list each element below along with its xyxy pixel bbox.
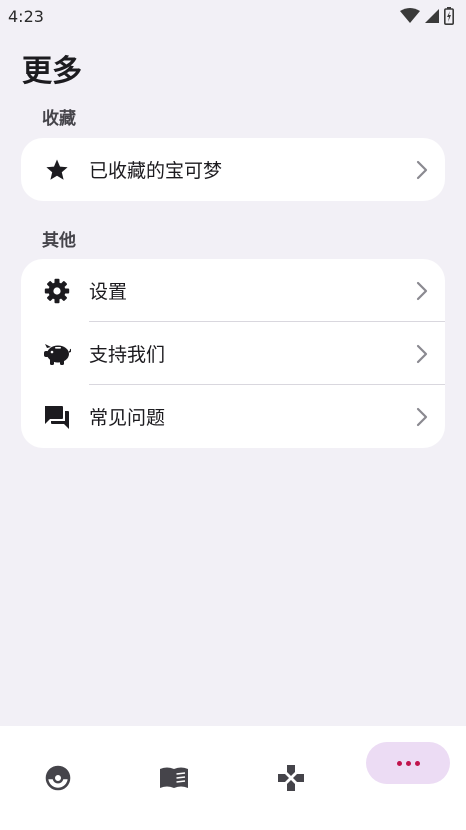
gear-icon [43,277,71,305]
chevron-right-icon [416,160,428,179]
gamepad-icon [278,765,304,791]
nav-pokedex[interactable] [0,726,116,830]
nav-more[interactable] [366,742,450,784]
book-icon [160,767,188,788]
other-card: 设置 支持我们 常见问题 [21,259,445,448]
cell-signal-icon [425,9,439,23]
section-label-other: 其他 [42,231,76,251]
status-icons [400,7,454,25]
chevron-right-icon [416,344,428,363]
settings-item[interactable]: 设置 [21,259,445,322]
favorites-card: 已收藏的宝可梦 [21,138,445,201]
piggy-bank-icon [43,340,71,368]
nav-book[interactable] [116,726,232,830]
support-us-item[interactable]: 支持我们 [21,322,445,385]
status-bar: 4:23 [0,0,466,32]
chat-bubbles-icon [43,403,71,431]
settings-label: 设置 [89,281,128,303]
support-us-label: 支持我们 [89,344,166,366]
section-label-favorites: 收藏 [42,109,76,129]
nav-games[interactable] [233,726,349,830]
status-time: 4:23 [8,6,44,26]
favorited-pokemon-item[interactable]: 已收藏的宝可梦 [21,138,445,201]
pokeball-icon [45,765,71,791]
faq-item[interactable]: 常见问题 [21,385,445,448]
chevron-right-icon [416,281,428,300]
battery-icon [444,7,454,25]
star-icon [43,156,71,184]
favorited-pokemon-label: 已收藏的宝可梦 [89,160,223,182]
wifi-icon [400,8,420,23]
chevron-right-icon [416,407,428,426]
more-dots-icon [396,760,402,766]
page-title: 更多 [22,54,82,89]
faq-label: 常见问题 [89,407,166,429]
